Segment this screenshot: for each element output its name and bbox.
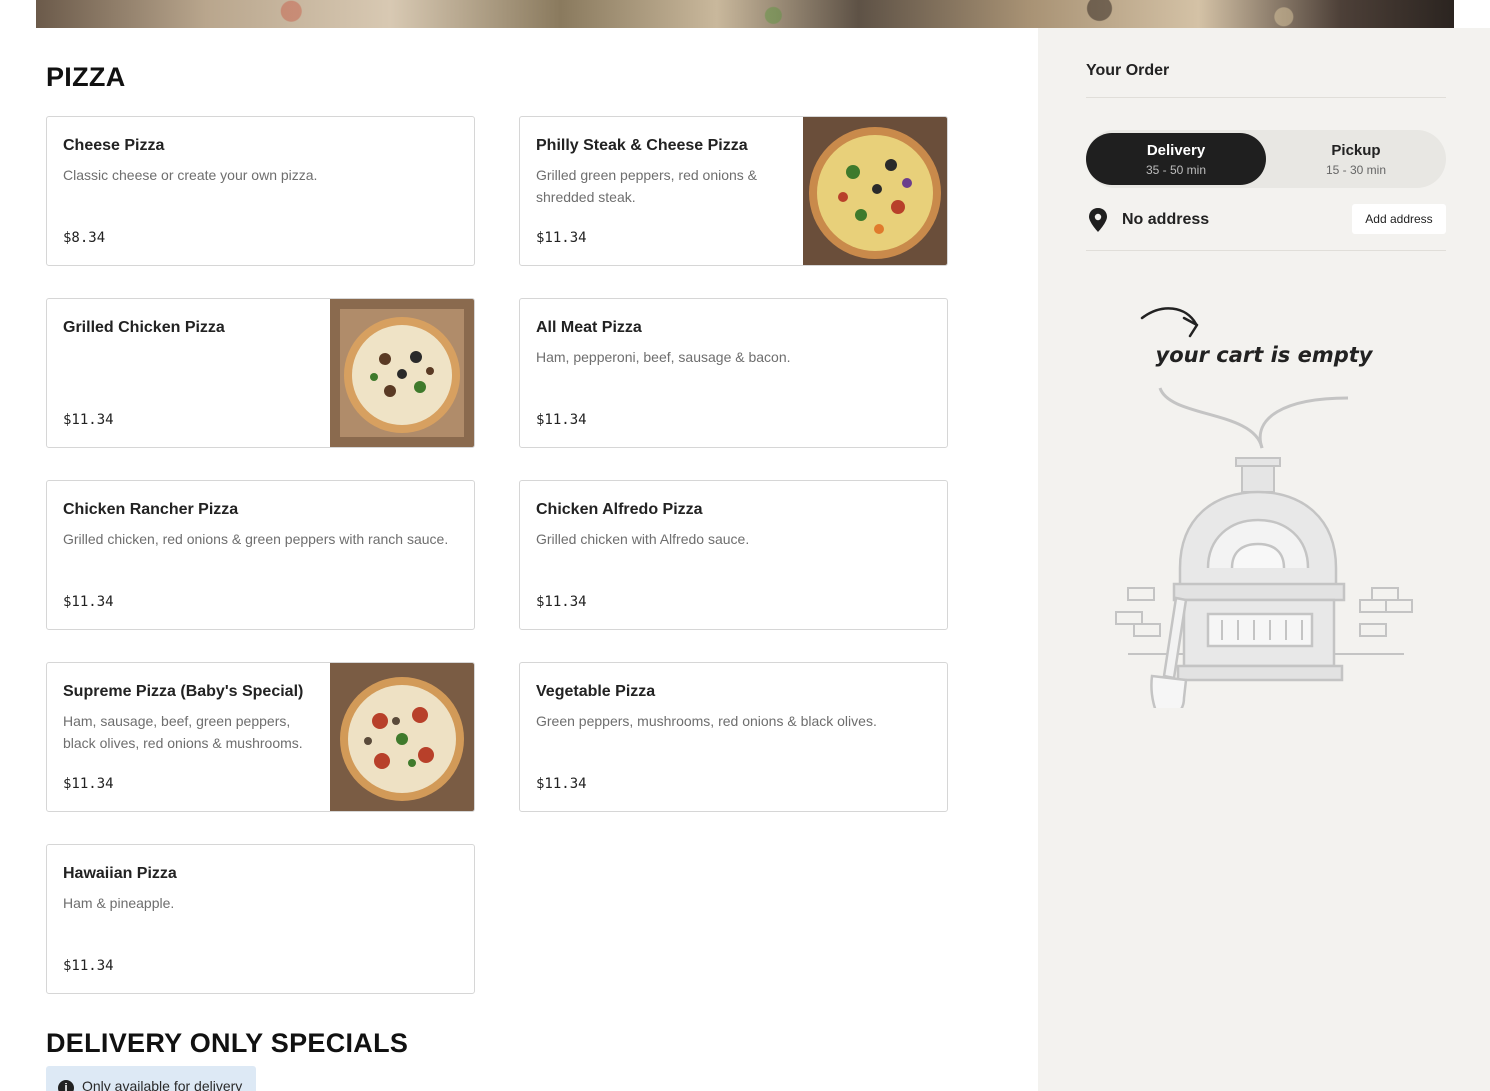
menu-item-card[interactable]: Supreme Pizza (Baby's Special) Ham, saus… [46,662,475,812]
menu-item-name: Supreme Pizza (Baby's Special) [63,683,304,700]
section-title-delivery-specials: DELIVERY ONLY SPECIALS [46,1028,409,1058]
menu-item-price: $11.34 [63,412,114,428]
pickup-option[interactable]: Pickup 15 - 30 min [1266,133,1446,185]
menu-item-price: $11.34 [536,594,587,610]
delivery-option[interactable]: Delivery 35 - 50 min [1086,133,1266,185]
menu-item-name: Grilled Chicken Pizza [63,319,225,336]
delivery-only-notice: i Only available for delivery [46,1066,256,1091]
menu-item-price: $11.34 [536,230,587,246]
delivery-only-text: Only available for delivery [82,1078,243,1091]
menu-item-name: Chicken Rancher Pizza [63,501,239,518]
menu-item-card[interactable]: Cheese Pizza Classic cheese or create yo… [46,116,475,266]
delivery-time: 35 - 50 min [1145,163,1207,177]
menu-item-price: $11.34 [536,412,587,428]
order-sidebar: Your Order Delivery 35 - 50 min Pickup 1… [1038,28,1490,1091]
fulfillment-toggle: Delivery 35 - 50 min Pickup 15 - 30 min [1086,130,1446,188]
menu-item-description: Classic cheese or create your own pizza. [63,167,318,183]
menu-item-name: Hawaiian Pizza [63,865,177,882]
menu-item-card[interactable]: Vegetable Pizza Green peppers, mushrooms… [519,662,948,812]
info-icon: i [58,1080,74,1091]
menu-item-card[interactable]: Hawaiian Pizza Ham & pineapple. $11.34 [46,844,475,994]
menu-item-card[interactable]: Chicken Alfredo Pizza Grilled chicken wi… [519,480,948,630]
menu-item-description: Grilled green peppers, red onions & shre… [536,167,758,205]
menu-item-name: All Meat Pizza [536,319,642,336]
menu-item-name: Philly Steak & Cheese Pizza [536,137,748,154]
add-address-button[interactable]: Add address [1352,204,1446,234]
map-pin-icon [1089,208,1107,232]
pizza-photo [803,117,947,265]
delivery-label: Delivery [1146,142,1206,159]
menu-item-description: Ham & pineapple. [63,895,175,911]
menu-item-description: Grilled chicken with Alfredo sauce. [536,531,750,547]
divider [1086,250,1446,251]
pizza-photo [330,663,474,811]
pickup-label: Pickup [1331,142,1381,159]
pickup-time: 15 - 30 min [1325,163,1387,177]
menu-item-description: Ham, sausage, beef, green peppers, black… [63,713,303,751]
hero-banner-image [36,0,1454,28]
menu-item-price: $11.34 [536,776,587,792]
empty-cart-illustration: your cart is empty [1115,307,1413,708]
menu-item-card[interactable]: Grilled Chicken Pizza $11.34 [46,298,475,448]
divider [1086,97,1446,98]
address-text: No address [1122,211,1210,228]
menu-item-price: $11.34 [63,958,114,974]
empty-cart-text: your cart is empty [1156,343,1374,367]
pizza-photo [330,299,474,447]
address-row: No address Add address [1086,204,1446,236]
menu-item-price: $11.34 [63,594,114,610]
menu-item-card[interactable]: Chicken Rancher Pizza Grilled chicken, r… [46,480,475,630]
menu-item-description: Green peppers, mushrooms, red onions & b… [536,713,877,729]
menu-item-name: Chicken Alfredo Pizza [536,501,703,518]
menu-item-price: $8.34 [63,230,106,246]
menu-item-description: Ham, pepperoni, beef, sausage & bacon. [536,349,791,365]
menu-item-price: $11.34 [63,776,114,792]
menu-item-description: Grilled chicken, red onions & green pepp… [63,531,449,547]
menu-item-card[interactable]: All Meat Pizza Ham, pepperoni, beef, sau… [519,298,948,448]
menu-item-card[interactable]: Philly Steak & Cheese Pizza Grilled gree… [519,116,948,266]
menu-item-name: Vegetable Pizza [536,683,656,700]
section-title-pizza: PIZZA [46,62,126,92]
order-title: Your Order [1086,62,1170,79]
menu-item-name: Cheese Pizza [63,137,165,154]
